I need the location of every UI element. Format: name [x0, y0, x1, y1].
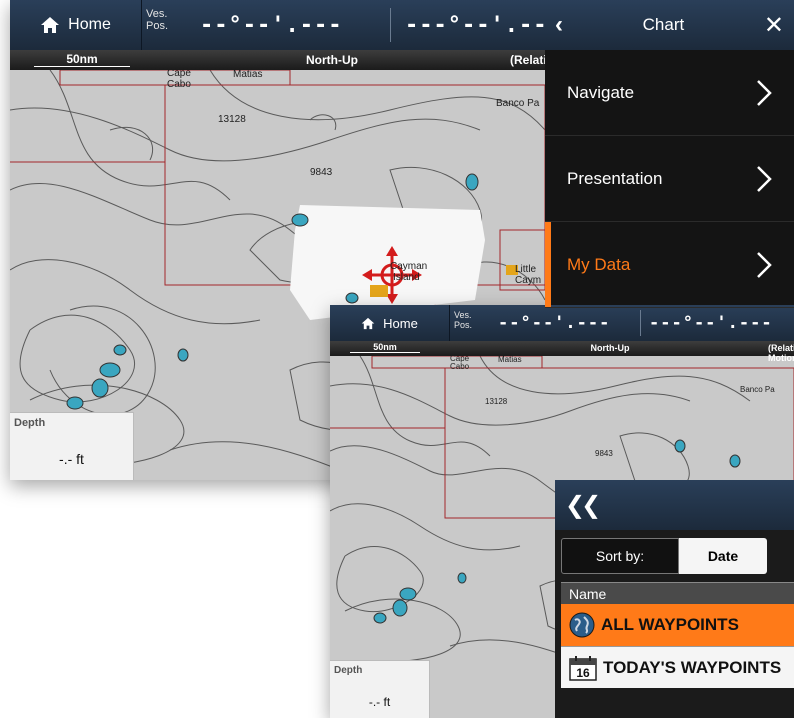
depth-databox[interactable]: Depth -.- ft: [330, 660, 430, 718]
sort-control: Sort by: Date: [555, 530, 794, 582]
vessel-position-label: Ves. Pos.: [146, 8, 169, 32]
depth-sounding-2: 9843: [310, 167, 333, 178]
orientation-label[interactable]: North-Up: [330, 343, 794, 353]
depth-sounding-1: 13128: [485, 397, 508, 406]
motion-mode-label[interactable]: (Relative Motion): [768, 343, 794, 363]
map-label-bank: Banco Pa: [496, 98, 540, 109]
double-chevron-left-icon[interactable]: ❮❮: [565, 491, 601, 520]
chevron-right-icon: [757, 165, 772, 192]
chart-menu-header: ‹ Chart ✕: [545, 0, 794, 50]
depth-label: Depth: [14, 417, 46, 429]
map-label-cape: Cape: [167, 70, 191, 79]
vessel-position-label: Ves. Pos.: [454, 310, 473, 330]
home-button[interactable]: Home: [10, 0, 142, 50]
home-label: Home: [68, 16, 111, 33]
sort-by-value[interactable]: Date: [679, 538, 767, 574]
map-label-cabo: Cabo: [450, 362, 470, 371]
back-icon[interactable]: ‹: [555, 11, 563, 39]
chevron-right-icon: [757, 79, 772, 106]
depth-value: -.- ft: [59, 451, 84, 467]
map-label-matias: Matias: [233, 70, 262, 80]
home-icon: [361, 317, 375, 329]
home-button[interactable]: Home: [330, 305, 450, 341]
latitude-readout: --°--'.---: [200, 12, 343, 38]
map-label-cabo: Cabo: [167, 79, 191, 90]
map-label-matias: Matias: [498, 356, 522, 364]
longitude-readout: ---°--'.---: [649, 313, 773, 333]
calendar-icon: 16: [569, 655, 597, 681]
depth-label: Depth: [334, 665, 363, 676]
map-label-island: Island: [393, 272, 420, 283]
top-bar: Home Ves. Pos. --°--'.--- ---°--'.---: [330, 305, 794, 341]
close-icon[interactable]: ✕: [764, 11, 784, 40]
home-icon: [41, 17, 60, 33]
menu-item-my-data[interactable]: My Data: [545, 222, 794, 308]
menu-item-navigate[interactable]: Navigate: [545, 50, 794, 136]
map-label-bank: Banco Pa: [740, 385, 775, 394]
depth-value: -.- ft: [368, 695, 391, 709]
globe-icon: [569, 612, 595, 638]
depth-sounding-2: 9843: [595, 449, 613, 458]
home-label: Home: [383, 315, 418, 331]
map-label-cayman: Cayman: [390, 261, 427, 272]
depth-sounding-1: 13128: [218, 114, 246, 125]
name-column-header[interactable]: Name: [561, 582, 794, 604]
depth-databox[interactable]: Depth -.- ft: [10, 412, 134, 480]
chart-screen-waypoints: Home Ves. Pos. --°--'.--- ---°--'.--- 50n…: [330, 305, 794, 718]
chart-status-bar: 50nm North-Up (Relative Motion): [330, 341, 794, 363]
chart-menu-panel: ‹ Chart ✕ Navigate Presentation My Data: [545, 0, 794, 308]
chevron-right-icon: [757, 251, 772, 278]
calendar-day: 16: [576, 666, 590, 680]
map-label-little-cayman: Caym: [515, 275, 541, 286]
waypoints-panel-header: ❮❮: [555, 480, 794, 530]
chart-menu-title: Chart: [642, 15, 685, 34]
menu-item-presentation[interactable]: Presentation: [545, 136, 794, 222]
latitude-readout: --°--'.---: [498, 313, 611, 333]
list-item-all-waypoints[interactable]: ALL WAYPOINTS: [561, 604, 794, 646]
map-label-little: Little: [515, 264, 537, 275]
list-item-todays-waypoints[interactable]: 16 TODAY'S WAYPOINTS: [561, 646, 794, 688]
sort-by-label[interactable]: Sort by:: [561, 538, 679, 574]
waypoints-panel: ❮❮ Sort by: Date Name ALL WAYPOINTS 16 T…: [555, 480, 794, 718]
